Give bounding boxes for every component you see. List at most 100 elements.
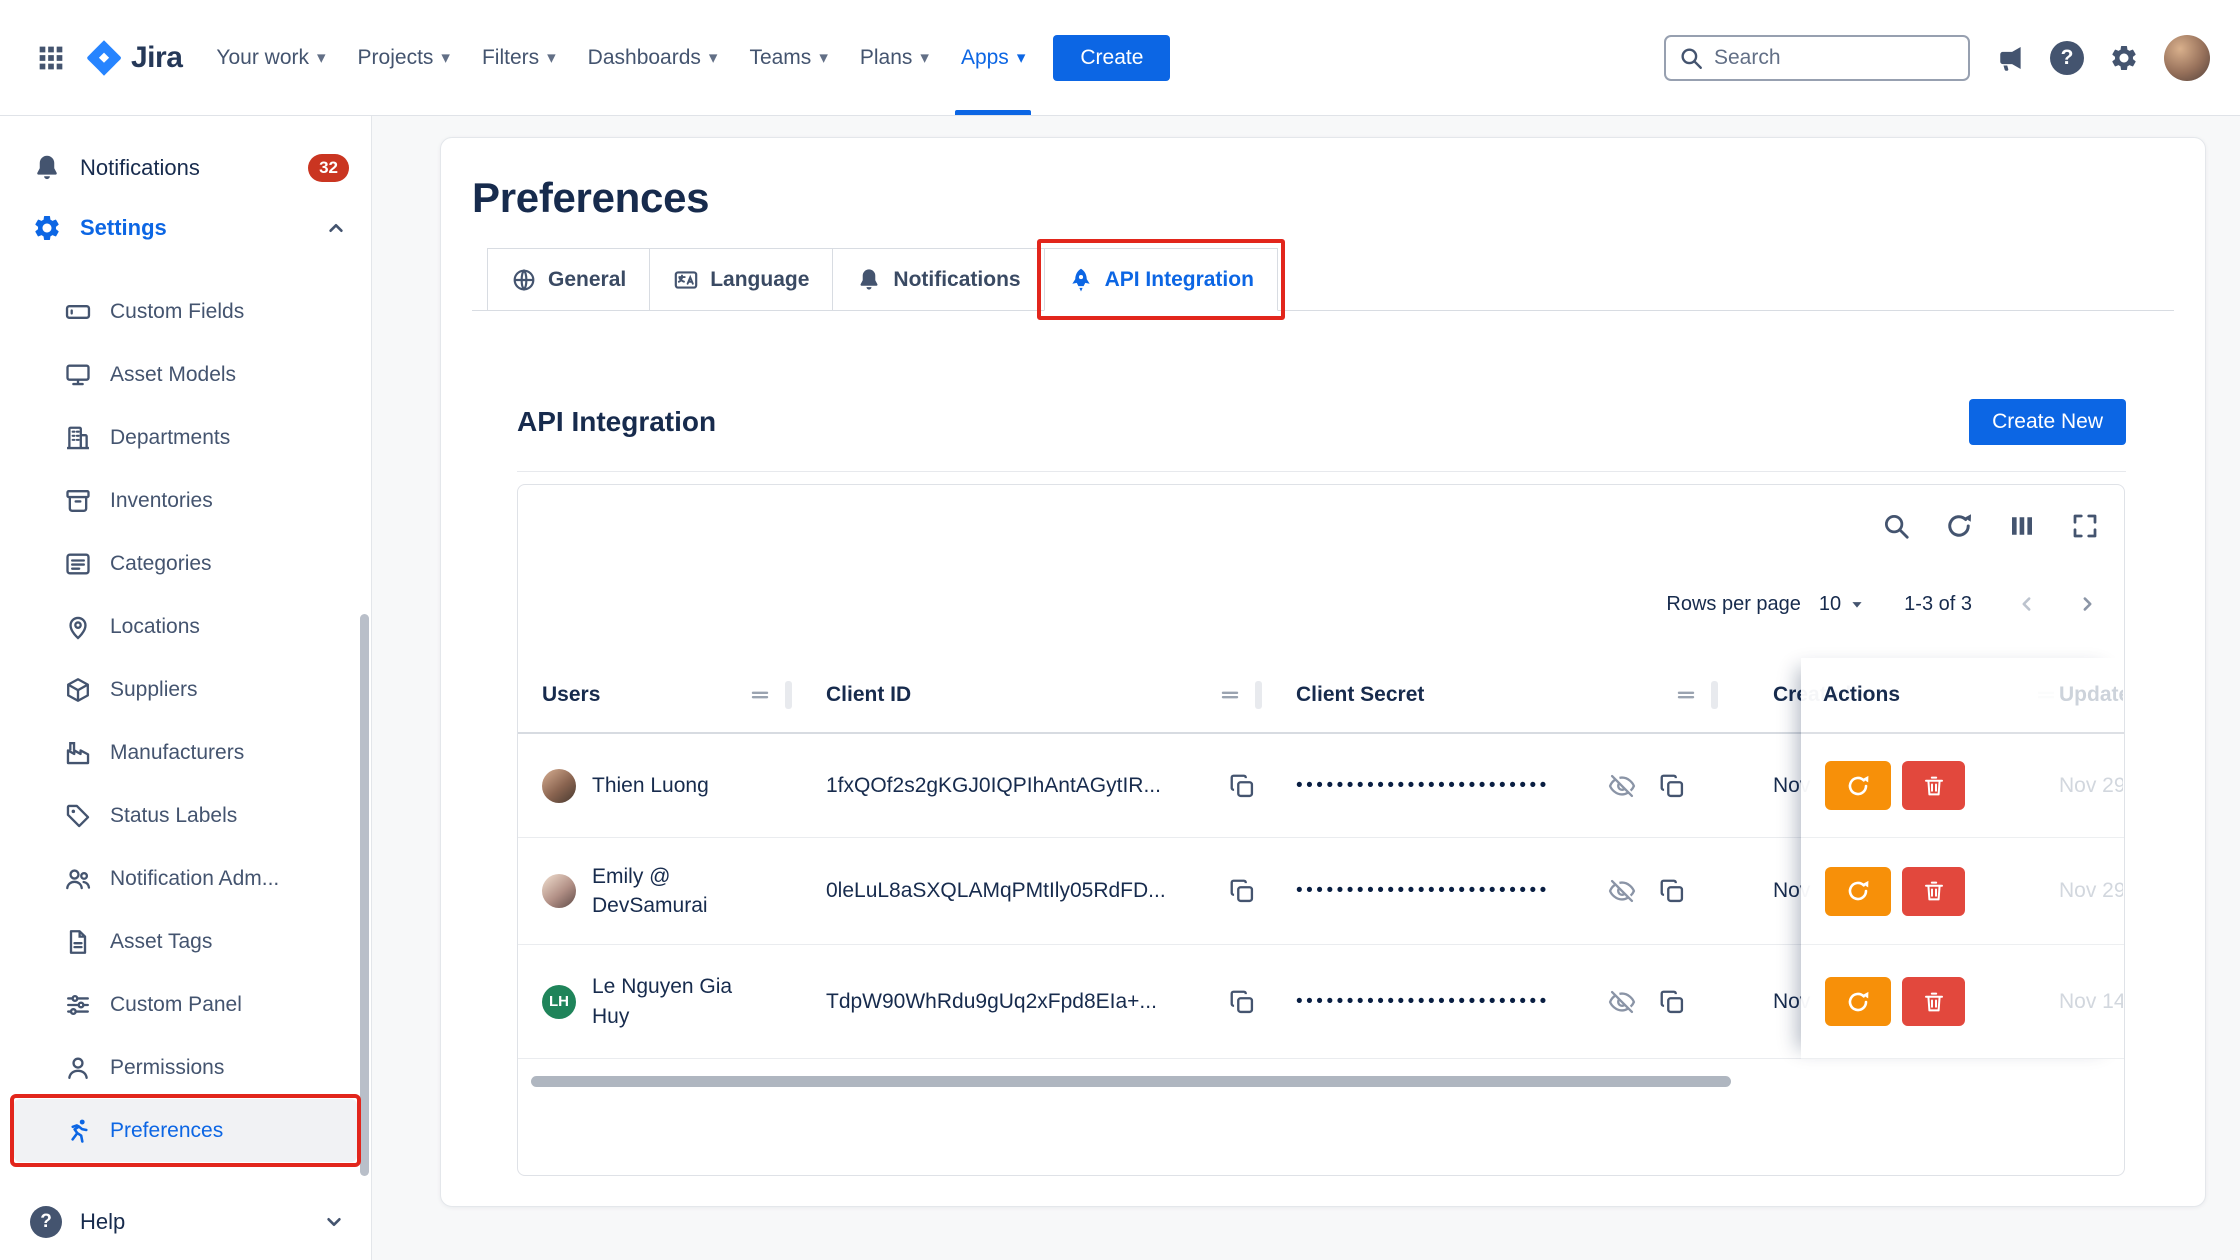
eye-off-icon[interactable]	[1608, 772, 1636, 800]
sidebar-item-label: Asset Models	[110, 363, 236, 387]
asset-tags-icon	[64, 928, 92, 956]
table-search-icon[interactable]	[1881, 511, 1911, 541]
settings-gear-icon[interactable]	[2109, 43, 2139, 73]
sidebar-item-asset-models[interactable]: Asset Models	[0, 343, 371, 406]
sidebar-item-notifications[interactable]: Notifications 32	[0, 138, 371, 198]
copy-icon[interactable]	[1658, 772, 1686, 800]
tab-language[interactable]: Language	[649, 248, 833, 311]
eye-off-icon[interactable]	[1608, 988, 1636, 1016]
copy-icon[interactable]	[1228, 988, 1256, 1016]
create-new-button[interactable]: Create New	[1969, 399, 2126, 445]
eye-off-icon[interactable]	[1608, 877, 1636, 905]
copy-icon[interactable]	[1658, 877, 1686, 905]
client-secret-mask: •••••••••••••••••••••••••	[1296, 880, 1608, 902]
preferences-tabs: GeneralLanguageNotificationsAPI Integrat…	[472, 248, 2174, 311]
delete-button[interactable]	[1902, 977, 1965, 1026]
column-header-label: Client Secret	[1296, 683, 1424, 707]
help-label: Help	[80, 1209, 303, 1235]
primary-nav: Your workProjects Filters Dashboards Teams P…	[200, 0, 1041, 115]
sidebar-scrollbar[interactable]	[360, 614, 369, 1176]
copy-icon[interactable]	[1228, 877, 1256, 905]
table-fullscreen-icon[interactable]	[2070, 511, 2100, 541]
client-id-value: 1fxQOf2s2gKGJ0IQPIhAntAGytIR...	[826, 774, 1228, 798]
regenerate-button[interactable]	[1825, 977, 1891, 1026]
nav-item-apps[interactable]: Apps	[945, 0, 1041, 115]
help-icon	[30, 1206, 62, 1238]
tab-general[interactable]: General	[487, 248, 650, 311]
tab-api-integration[interactable]: API Integration	[1044, 248, 1278, 311]
drag-icon[interactable]	[747, 682, 773, 708]
announcements-icon[interactable]	[1995, 43, 2025, 73]
nav-item-plans[interactable]: Plans	[844, 0, 945, 115]
regenerate-button[interactable]	[1825, 867, 1891, 916]
sidebar-item-custom-panel[interactable]: Custom Panel	[0, 973, 371, 1036]
pagination-next-button[interactable]	[2074, 591, 2100, 617]
sidebar-item-help[interactable]: Help	[0, 1184, 371, 1260]
rows-per-page-select[interactable]: 10	[1819, 593, 1868, 616]
horizontal-scrollbar[interactable]	[531, 1076, 1731, 1087]
sidebar-item-departments[interactable]: Departments	[0, 406, 371, 469]
nav-item-your-work[interactable]: Your work	[200, 0, 341, 115]
client-secret-mask: •••••••••••••••••••••••••	[1296, 775, 1608, 797]
app-switcher-icon[interactable]	[34, 41, 68, 75]
user-cell: Thien Luong	[518, 734, 802, 837]
departments-icon	[64, 424, 92, 452]
nav-item-dashboards[interactable]: Dashboards	[572, 0, 734, 115]
help-icon[interactable]	[2050, 41, 2084, 75]
regenerate-button[interactable]	[1825, 761, 1891, 810]
delete-button[interactable]	[1902, 867, 1965, 916]
pagination-prev-button[interactable]	[2014, 591, 2040, 617]
actions-column-panel: Actions Updated Nov 29Nov 29Nov 14	[1801, 658, 2125, 1059]
sidebar-item-inventories[interactable]: Inventories	[0, 469, 371, 532]
sidebar-item-label: Locations	[110, 615, 200, 639]
user-cell: Emily @ DevSamurai	[518, 838, 802, 944]
sidebar-item-preferences[interactable]: Preferences	[14, 1099, 357, 1162]
trash-icon	[1922, 879, 1946, 903]
sidebar-item-locations[interactable]: Locations	[0, 595, 371, 658]
notifications-badge: 32	[308, 154, 349, 182]
preferences-icon	[64, 1117, 92, 1145]
create-button[interactable]: Create	[1053, 35, 1170, 81]
sidebar-item-notification-adm[interactable]: Notification Adm...	[0, 847, 371, 910]
inventories-icon	[64, 487, 92, 515]
trash-icon	[1922, 774, 1946, 798]
nav-item-teams[interactable]: Teams	[733, 0, 843, 115]
table-refresh-icon[interactable]	[1944, 511, 1974, 541]
nav-item-projects[interactable]: Projects	[342, 0, 466, 115]
table-columns-icon[interactable]	[2007, 511, 2037, 541]
sidebar-item-label: Status Labels	[110, 804, 237, 828]
nav-item-label: Teams	[749, 46, 811, 70]
sidebar-item-label: Categories	[110, 552, 212, 576]
nav-item-label: Filters	[482, 46, 539, 70]
api-integration-header: API Integration Create New	[517, 399, 2126, 445]
delete-button[interactable]	[1902, 761, 1965, 810]
sidebar-item-suppliers[interactable]: Suppliers	[0, 658, 371, 721]
globe-icon	[511, 267, 537, 293]
drag-icon[interactable]	[1673, 682, 1699, 708]
sidebar-item-permissions[interactable]: Permissions	[0, 1036, 371, 1099]
chevron-down-icon	[441, 48, 450, 68]
notification-admin-icon	[64, 865, 92, 893]
search-input[interactable]	[1714, 46, 1956, 70]
refresh-icon	[1845, 773, 1871, 799]
sidebar-item-settings[interactable]: Settings	[0, 198, 371, 258]
sidebar-item-manufacturers[interactable]: Manufacturers	[0, 721, 371, 784]
copy-icon[interactable]	[1658, 988, 1686, 1016]
chevron-down-icon	[819, 48, 828, 68]
copy-icon[interactable]	[1228, 772, 1256, 800]
actions-row: Nov 29	[1801, 734, 2125, 838]
updated-value: Nov 29	[2059, 774, 2123, 798]
column-divider	[1255, 681, 1262, 709]
sidebar-item-categories[interactable]: Categories	[0, 532, 371, 595]
sidebar-item-label: Custom Fields	[110, 300, 244, 324]
custom-fields-icon	[64, 298, 92, 326]
drag-icon[interactable]	[1217, 682, 1243, 708]
jira-logo[interactable]: Jira	[86, 40, 182, 76]
locations-icon	[64, 613, 92, 641]
sidebar-item-status-labels[interactable]: Status Labels	[0, 784, 371, 847]
nav-item-filters[interactable]: Filters	[466, 0, 572, 115]
tab-notifications[interactable]: Notifications	[832, 248, 1044, 311]
sidebar-item-custom-fields[interactable]: Custom Fields	[0, 280, 371, 343]
user-avatar[interactable]	[2164, 35, 2210, 81]
sidebar-item-asset-tags[interactable]: Asset Tags	[0, 910, 371, 973]
